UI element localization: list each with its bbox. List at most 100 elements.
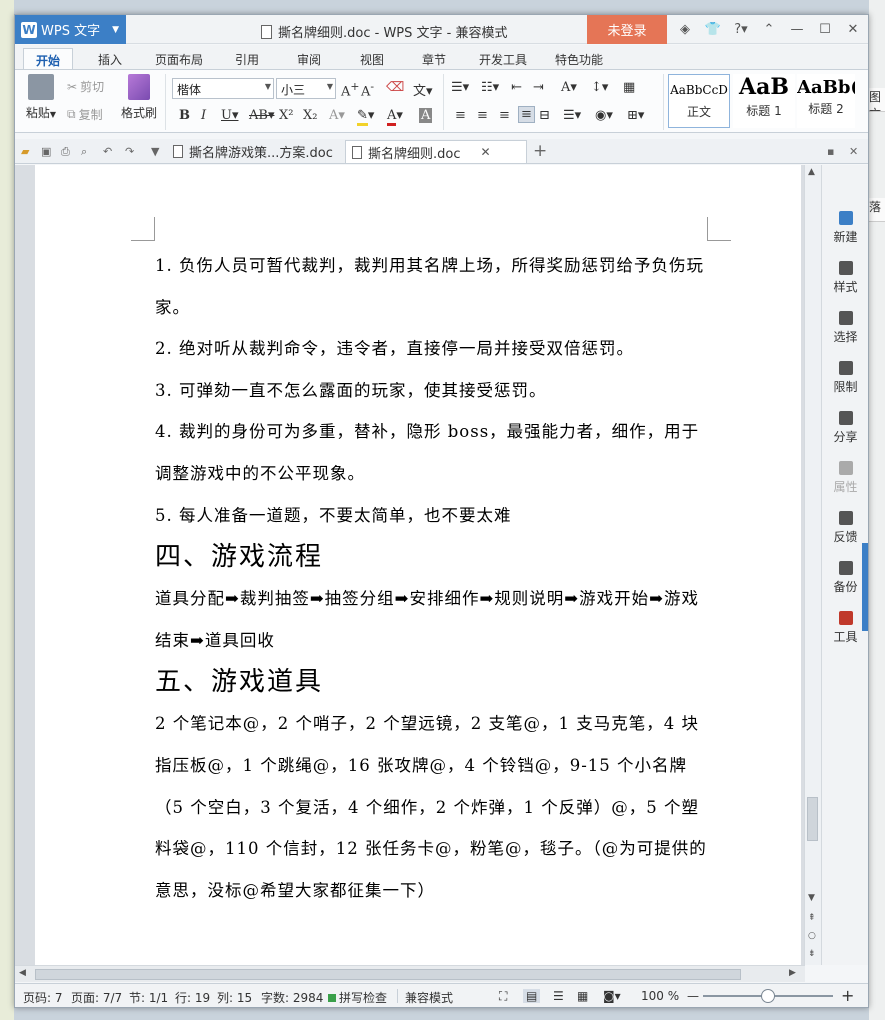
- print-icon[interactable]: ⎙: [61, 145, 70, 159]
- new-tab-icon[interactable]: +: [533, 141, 547, 161]
- outline-view-icon[interactable]: ☰: [553, 989, 564, 1003]
- task-pane-new-doc[interactable]: 新建: [822, 211, 869, 245]
- scroll-up-icon[interactable]: ▲: [808, 167, 815, 177]
- subscript-icon[interactable]: X₂: [303, 108, 317, 123]
- login-button[interactable]: 未登录: [587, 15, 667, 44]
- task-pane-select[interactable]: 选择: [822, 311, 869, 345]
- shrink-font-icon[interactable]: A-: [361, 80, 374, 99]
- scroll-right-icon[interactable]: ▶: [789, 968, 796, 978]
- style-heading-1[interactable]: AaB 标题 1: [733, 74, 795, 128]
- prev-page-icon[interactable]: ⇞: [808, 913, 816, 923]
- spell-check-toggle[interactable]: 拼写检查: [328, 989, 387, 1006]
- tab-developer[interactable]: 开发工具: [479, 51, 527, 68]
- collapse-icon[interactable]: ⌃: [755, 22, 783, 37]
- fullscreen-icon[interactable]: ⛶: [499, 989, 507, 1004]
- tab-review[interactable]: 审阅: [297, 51, 321, 68]
- minimize-icon[interactable]: —: [783, 22, 811, 37]
- scroll-down-icon[interactable]: ▼: [808, 893, 815, 903]
- status-word-count[interactable]: 字数: 2984: [261, 989, 323, 1006]
- shirt-icon[interactable]: 👕: [699, 22, 727, 37]
- tab-chapter[interactable]: 章节: [422, 51, 446, 68]
- font-name-select[interactable]: 楷体 ▼: [172, 78, 274, 99]
- undo-icon[interactable]: ↶: [103, 145, 112, 158]
- tab-insert[interactable]: 插入: [98, 51, 122, 68]
- task-pane-share[interactable]: 分享: [822, 411, 869, 445]
- style-heading-2[interactable]: AaBb( 标题 2: [797, 74, 855, 128]
- close-all-icon[interactable]: ✕: [849, 145, 858, 158]
- numbering-icon[interactable]: ☷▾: [481, 80, 499, 95]
- document-page[interactable]: 1. 负伤人员可暂代裁判，裁判用其名牌上场，所得奖励惩罚给予负伤玩家。 2. 绝对…: [35, 165, 801, 965]
- tab-page-layout[interactable]: 页面布局: [155, 51, 203, 68]
- reading-mode-icon[interactable]: ◙▾: [603, 989, 621, 1003]
- app-menu-button[interactable]: W WPS 文字 ▼: [15, 15, 126, 44]
- scroll-left-icon[interactable]: ◀: [19, 968, 26, 978]
- redo-icon[interactable]: ↷: [125, 145, 134, 158]
- scrollbar-thumb[interactable]: [807, 797, 818, 841]
- zoom-in-icon[interactable]: +: [841, 986, 854, 1005]
- doc-tab[interactable]: 撕名牌游戏策...方案.doc: [167, 140, 339, 163]
- grow-font-icon[interactable]: A+: [341, 80, 359, 99]
- tab-home[interactable]: 开始: [23, 48, 74, 70]
- zoom-slider-knob[interactable]: [761, 989, 775, 1003]
- pinyin-icon[interactable]: 文▾: [413, 80, 433, 99]
- paste-button[interactable]: 粘贴▼: [23, 74, 59, 121]
- skin-icon[interactable]: ◈: [671, 22, 699, 37]
- task-pane-restrict[interactable]: 限制: [822, 361, 869, 395]
- shading-icon[interactable]: ◉▾: [595, 108, 613, 123]
- clear-format-icon[interactable]: ⌫: [386, 80, 404, 95]
- task-pane-style[interactable]: 样式: [822, 261, 869, 295]
- font-size-select[interactable]: 小三 ▼: [276, 78, 336, 99]
- close-icon[interactable]: ✕: [481, 145, 491, 159]
- task-pane-feedback[interactable]: 反馈: [822, 511, 869, 545]
- task-pane-toolbox[interactable]: 工具: [822, 611, 869, 645]
- page-view-icon[interactable]: ▤: [523, 989, 541, 1003]
- zoom-out-icon[interactable]: —: [687, 989, 699, 1003]
- bold-icon[interactable]: B: [179, 108, 190, 123]
- close-icon[interactable]: ✕: [839, 22, 867, 37]
- tab-list-icon[interactable]: ▪: [827, 145, 834, 158]
- scrollbar-thumb[interactable]: [35, 969, 741, 980]
- tab-special-features[interactable]: 特色功能: [555, 51, 603, 68]
- text-effect-icon[interactable]: A▾: [329, 108, 345, 123]
- horizontal-scrollbar[interactable]: ◀ ▶: [15, 965, 805, 982]
- copy-button[interactable]: ⧉ 复制: [67, 106, 103, 123]
- sort-icon[interactable]: ↕▾: [591, 80, 608, 95]
- align-left-icon[interactable]: ≡: [455, 108, 466, 123]
- next-page-icon[interactable]: ⇟: [808, 949, 816, 959]
- web-view-icon[interactable]: ▦: [577, 989, 588, 1003]
- strikethrough-icon[interactable]: AB▾: [249, 108, 274, 123]
- print-preview-icon[interactable]: ⌕: [81, 145, 87, 159]
- save-icon[interactable]: ▣: [41, 145, 51, 158]
- help-icon[interactable]: ?▾: [727, 22, 755, 37]
- font-color-icon[interactable]: A▾: [387, 108, 403, 126]
- cut-button[interactable]: ✂ 剪切: [67, 78, 104, 95]
- borders-icon[interactable]: ⊞▾: [627, 108, 644, 123]
- zoom-value[interactable]: 100 %: [641, 989, 679, 1003]
- align-right-icon[interactable]: ≡: [499, 108, 510, 123]
- text-direction-icon[interactable]: A▾: [561, 80, 577, 95]
- justify-icon[interactable]: ≡: [518, 106, 535, 123]
- superscript-icon[interactable]: X²: [279, 108, 293, 123]
- style-normal[interactable]: AaBbCcD 正文: [668, 74, 730, 128]
- open-folder-icon[interactable]: ▰: [21, 145, 29, 158]
- tab-references[interactable]: 引用: [235, 51, 259, 68]
- tab-view[interactable]: 视图: [360, 51, 384, 68]
- chevron-down-icon[interactable]: ▼: [151, 145, 159, 158]
- underline-icon[interactable]: U▾: [221, 108, 238, 123]
- decrease-indent-icon[interactable]: ⇤: [511, 80, 522, 95]
- increase-indent-icon[interactable]: ⇥: [533, 80, 544, 95]
- vertical-scrollbar[interactable]: ▲ ▼ ⇞ ○ ⇟: [804, 165, 821, 965]
- highlight-icon[interactable]: ✎▾: [357, 108, 374, 126]
- bullets-icon[interactable]: ☰▾: [451, 80, 469, 95]
- select-browse-icon[interactable]: ○: [808, 931, 816, 941]
- distribute-icon[interactable]: ⊟: [539, 108, 550, 123]
- document-content[interactable]: 1. 负伤人员可暂代裁判，裁判用其名牌上场，所得奖励惩罚给予负伤玩家。 2. 绝对…: [155, 245, 715, 911]
- char-shading-icon[interactable]: A: [419, 108, 433, 123]
- align-center-icon[interactable]: ≡: [477, 108, 488, 123]
- maximize-icon[interactable]: ☐: [811, 22, 839, 37]
- doc-tab-active[interactable]: 撕名牌细则.doc ✕: [345, 140, 527, 163]
- task-pane-backup[interactable]: 备份: [822, 561, 869, 595]
- table-grid-icon[interactable]: ▦: [623, 80, 635, 95]
- line-spacing-icon[interactable]: ☰▾: [563, 108, 581, 123]
- italic-icon[interactable]: I: [201, 108, 206, 123]
